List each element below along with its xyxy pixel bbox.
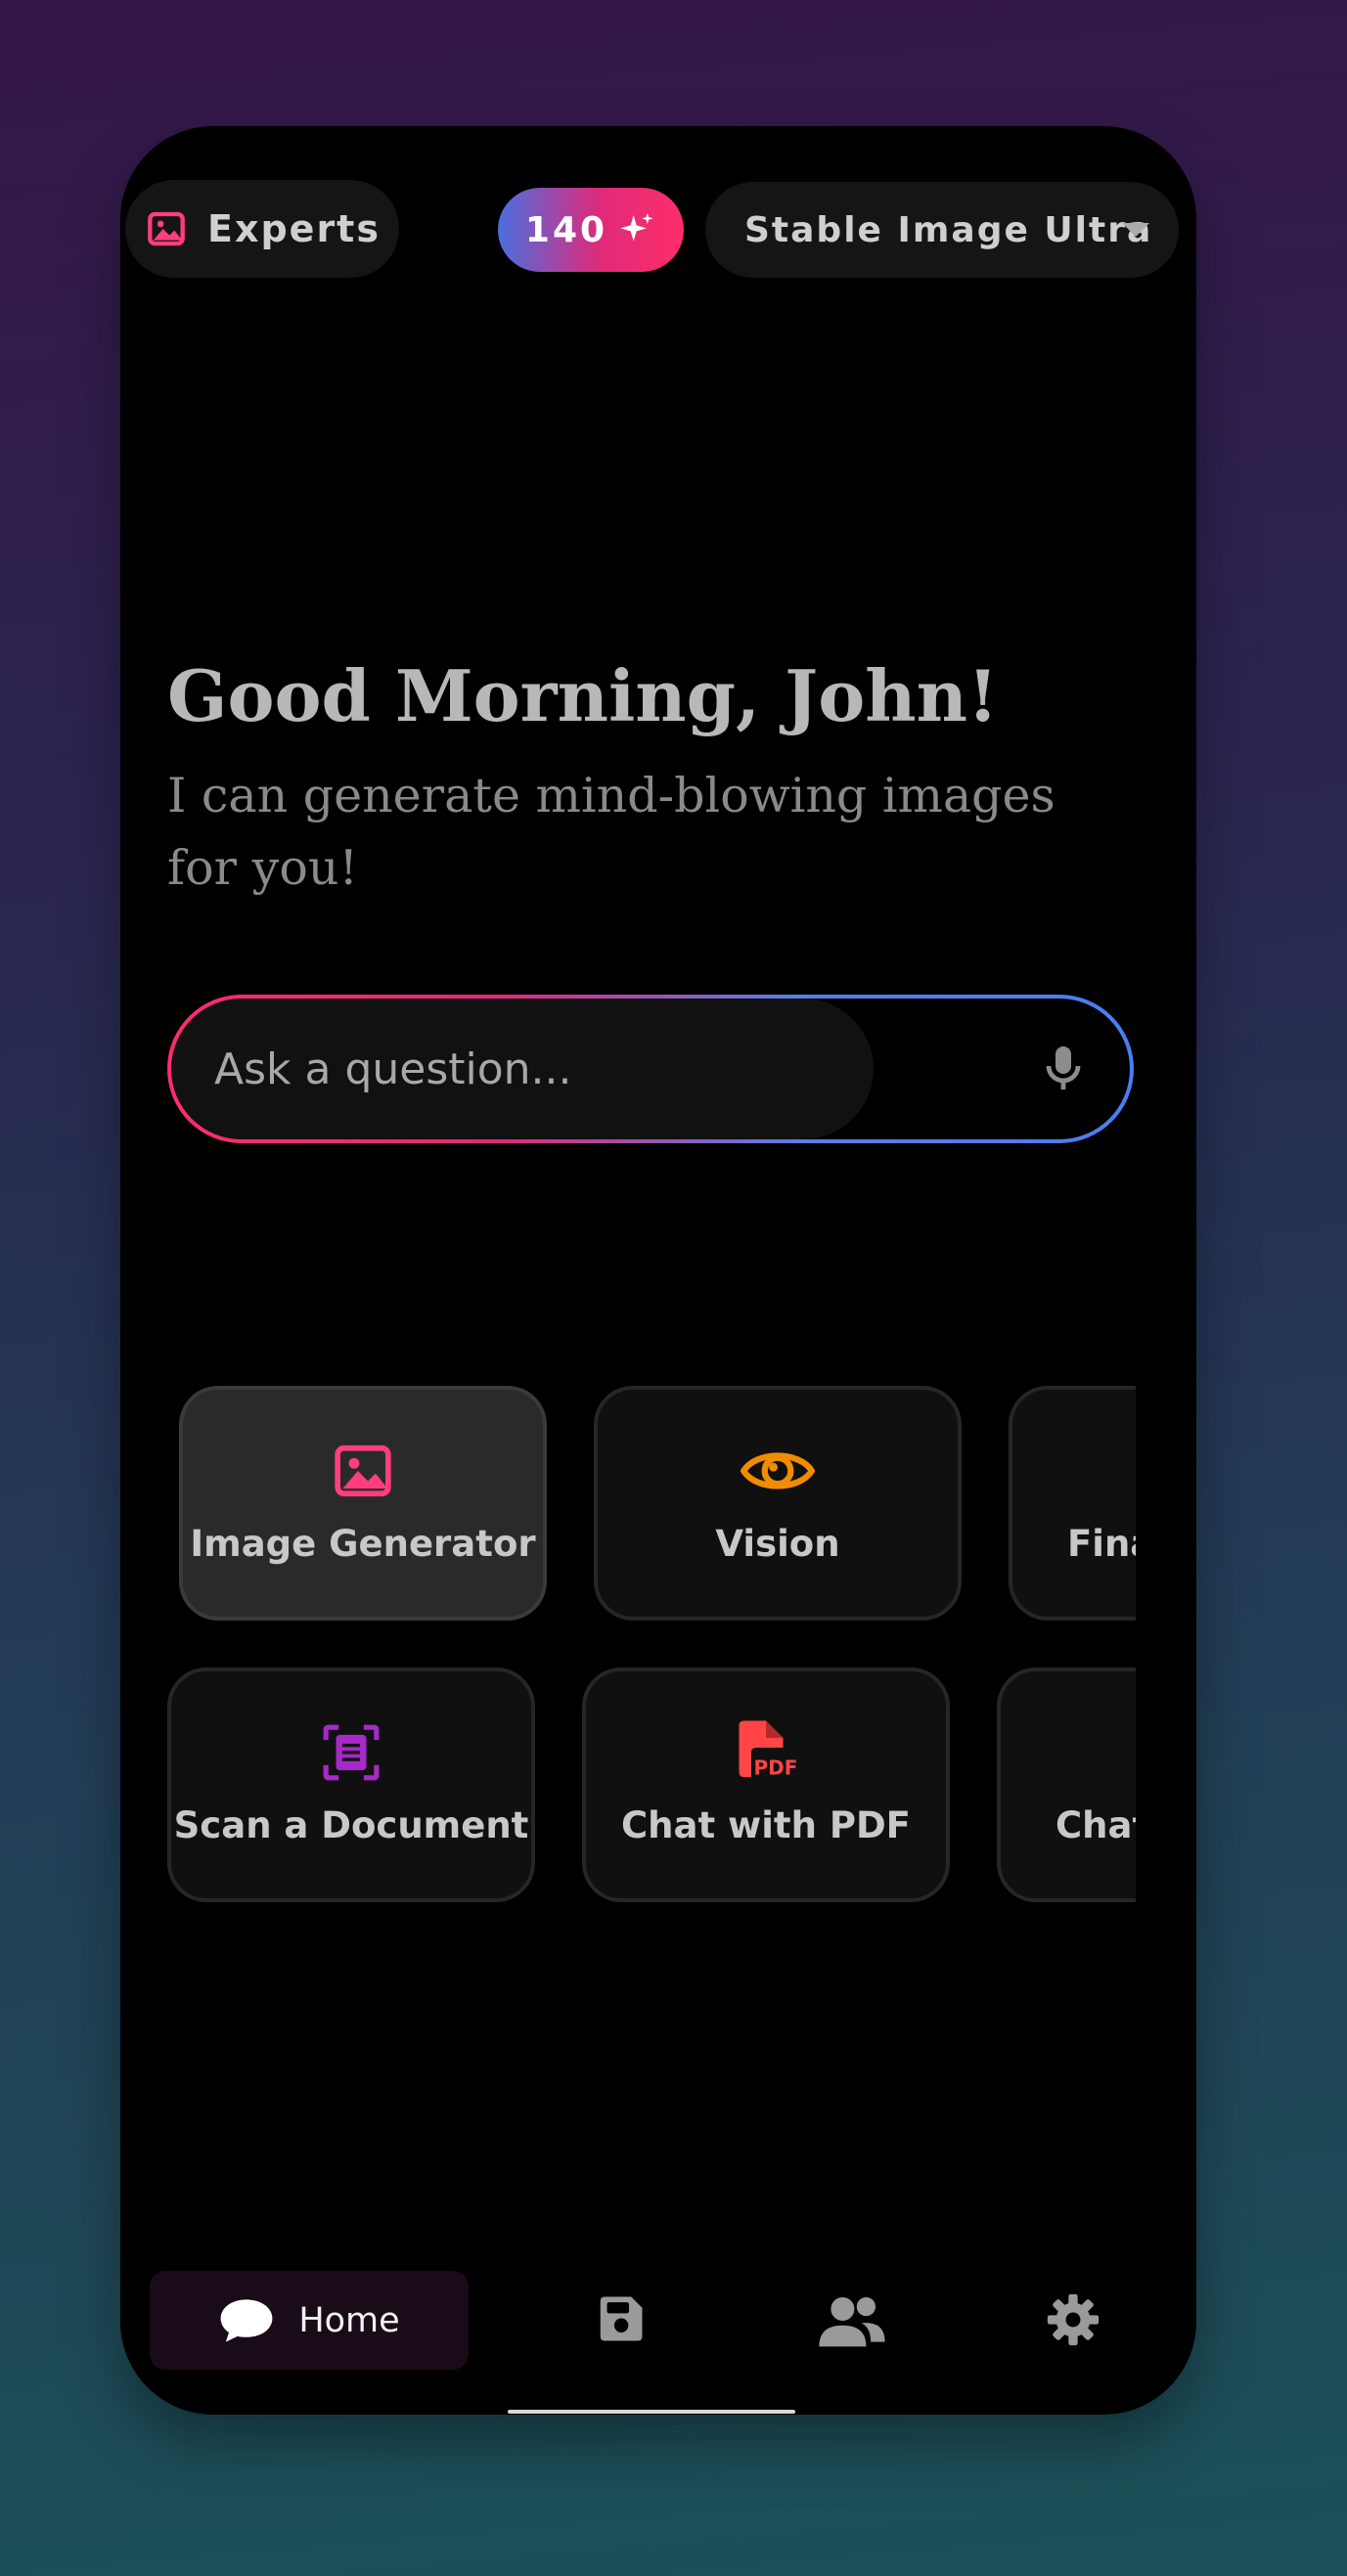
- save-icon[interactable]: [594, 2292, 647, 2345]
- greeting-title: Good Morning, John!: [167, 654, 999, 737]
- card-label: Scan a Document: [173, 1804, 529, 1846]
- bottom-navigation: Home: [120, 2271, 1196, 2378]
- document-scan-icon: [323, 1724, 380, 1781]
- greeting-subtitle: I can generate mind-blowing images for y…: [167, 760, 1145, 905]
- greeting-subtitle-line1: I can generate mind-blowing images: [167, 768, 1055, 823]
- card-chat-more[interactable]: Chat: [997, 1667, 1136, 1902]
- nav-home-tab[interactable]: Home: [150, 2271, 469, 2370]
- experts-label: Experts: [207, 207, 381, 250]
- home-indicator[interactable]: [508, 2410, 795, 2414]
- gear-icon[interactable]: [1046, 2292, 1100, 2347]
- search-bar-inner: [171, 999, 1130, 1139]
- card-label: Vision: [715, 1523, 840, 1565]
- card-vision[interactable]: Vision: [594, 1386, 962, 1621]
- chevron-down-icon: [1122, 223, 1149, 237]
- card-chat-with-pdf[interactable]: PDF Chat with PDF: [582, 1667, 950, 1902]
- microphone-icon[interactable]: [1040, 1040, 1087, 1096]
- app-screen: Experts 140 Stable Image Ultra Good Morn…: [120, 126, 1196, 2415]
- card-image-generator[interactable]: Image Generator: [179, 1386, 547, 1621]
- image-icon: [148, 211, 185, 246]
- image-icon: [335, 1444, 391, 1497]
- svg-text:PDF: PDF: [754, 1756, 798, 1780]
- expert-cards-row-2: Scan a Document PDF Chat with PDF Chat: [167, 1666, 1136, 1906]
- nav-home-label: Home: [298, 2300, 400, 2340]
- card-label: Image Generator: [190, 1523, 536, 1565]
- card-label: Fina: [1067, 1523, 1136, 1565]
- search-bar: [167, 995, 1134, 1143]
- users-icon[interactable]: [817, 2292, 887, 2349]
- greeting-subtitle-line2: for you!: [167, 840, 359, 896]
- pdf-file-icon: PDF: [739, 1720, 798, 1780]
- credits-badge[interactable]: 140: [498, 188, 684, 272]
- expert-cards-row-1: Image Generator Vision Fina: [167, 1384, 1136, 1624]
- credits-count: 140: [524, 209, 608, 250]
- model-selected-label: Stable Image Ultra: [744, 209, 1153, 250]
- card-label: Chat with PDF: [621, 1804, 911, 1846]
- card-finance[interactable]: Fina: [1009, 1386, 1136, 1621]
- card-label: Chat: [1055, 1804, 1136, 1846]
- chat-bubble-icon: [220, 2298, 273, 2342]
- search-input[interactable]: [171, 999, 874, 1139]
- card-scan-document[interactable]: Scan a Document: [167, 1667, 535, 1902]
- model-select[interactable]: Stable Image Ultra: [705, 182, 1179, 278]
- experts-button[interactable]: Experts: [125, 180, 399, 278]
- sparkle-icon: [620, 212, 653, 242]
- eye-icon: [741, 1452, 815, 1489]
